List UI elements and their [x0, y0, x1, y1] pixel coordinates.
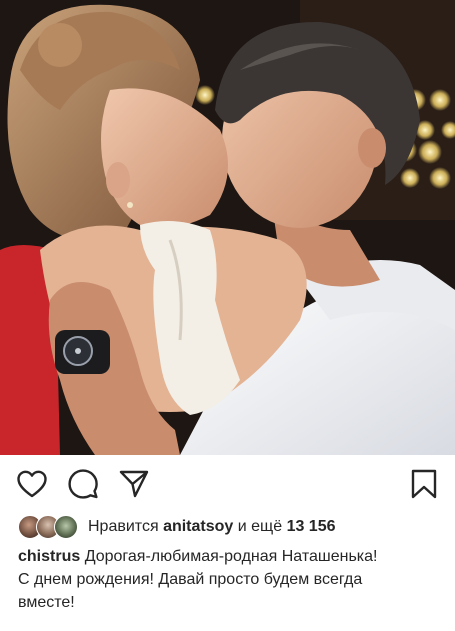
like-button[interactable]: [15, 467, 49, 501]
post-caption: chistrus Дорогая-любимая-родная Наташень…: [18, 545, 440, 614]
likes-summary[interactable]: Нравится anitatsoy и ещё 13 156: [18, 514, 336, 540]
likes-prefix: Нравится: [88, 518, 159, 535]
share-button[interactable]: [117, 467, 151, 501]
save-button[interactable]: [407, 467, 441, 501]
likes-text: Нравится anitatsoy и ещё 13 156: [88, 518, 336, 536]
post-photo-illustration: [0, 0, 455, 455]
heart-icon: [17, 470, 47, 498]
comment-icon: [68, 469, 98, 499]
avatar: [54, 515, 78, 539]
likes-count[interactable]: 13 156: [287, 518, 336, 535]
bookmark-icon: [411, 469, 437, 499]
post-action-bar: [0, 455, 455, 513]
caption-text-2: С днем рождения! Давай просто будем всег…: [18, 571, 363, 588]
caption-username[interactable]: chistrus: [18, 548, 80, 565]
liker-username[interactable]: anitatsoy: [163, 518, 233, 535]
paper-plane-icon: [119, 470, 149, 498]
liker-avatars: [18, 515, 78, 539]
likes-and-more: и ещё: [237, 518, 283, 535]
comment-button[interactable]: [66, 467, 100, 501]
caption-line-1: chistrus Дорогая-любимая-родная Наташень…: [18, 545, 440, 568]
post-photo[interactable]: [0, 0, 455, 455]
caption-text-3: вместе!: [18, 594, 75, 611]
caption-text-1: Дорогая-любимая-родная Наташенька!: [84, 548, 378, 565]
